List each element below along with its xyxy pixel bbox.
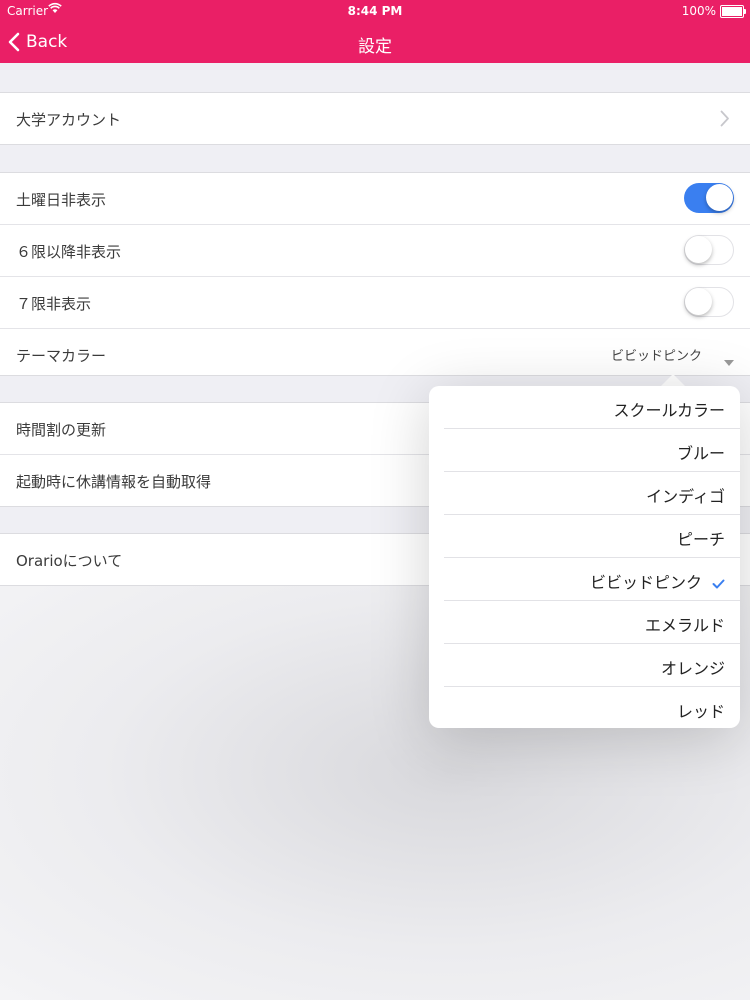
chevron-right-icon [720, 110, 730, 131]
option-label: ピーチ [676, 530, 725, 549]
battery-icon [720, 5, 746, 18]
hide-6th-period-row: ６限以降非表示 [0, 225, 750, 277]
option-label: エメラルド [644, 616, 725, 635]
university-account-row[interactable]: 大学アカウント [0, 93, 750, 144]
auto-fetch-cancellations-label: 起動時に休講情報を自動取得 [16, 473, 212, 491]
option-label: インディゴ [646, 487, 725, 506]
option-label: オレンジ [660, 659, 725, 678]
hide-7th-period-row: ７限非表示 [0, 277, 750, 329]
theme-option-red[interactable]: レッド [444, 687, 740, 729]
about-orario-label: Orarioについて [16, 552, 123, 570]
hide-saturday-row: 土曜日非表示 [0, 173, 750, 225]
option-label: ブルー [676, 444, 725, 463]
theme-option-school-color[interactable]: スクールカラー [444, 386, 740, 429]
checkmark-icon [712, 574, 725, 593]
toggle-knob [685, 236, 712, 263]
display-section: 土曜日非表示 ６限以降非表示 ７限非表示 テーマカラー ビビッドピンク [0, 172, 750, 376]
page-title: 設定 [358, 37, 392, 57]
theme-color-value: ビビッドピンク [610, 349, 702, 364]
theme-option-emerald[interactable]: エメラルド [444, 601, 740, 644]
theme-color-row[interactable]: テーマカラー ビビッドピンク [0, 329, 750, 375]
theme-option-vivid-pink[interactable]: ビビッドピンク [444, 558, 740, 601]
hide-saturday-label: 土曜日非表示 [16, 191, 107, 209]
status-bar: Carrier 8:44 PM 100% [0, 0, 750, 22]
clock: 8:44 PM [347, 4, 403, 18]
option-label: レッド [676, 702, 725, 721]
theme-option-orange[interactable]: オレンジ [444, 644, 740, 687]
toggle-knob [685, 288, 712, 315]
timetable-refresh-label: 時間割の更新 [16, 421, 107, 439]
toggle-knob [706, 184, 733, 211]
navigation-bar: Back 設定 [0, 22, 750, 63]
option-label: スクールカラー [613, 401, 725, 420]
theme-color-label: テーマカラー [16, 347, 107, 365]
account-section: 大学アカウント [0, 92, 750, 145]
theme-option-peach[interactable]: ピーチ [444, 515, 740, 558]
university-account-label: 大学アカウント [16, 111, 122, 129]
theme-option-blue[interactable]: ブルー [444, 429, 740, 472]
battery-percent: 100% [681, 4, 716, 18]
hide-6th-period-toggle[interactable] [684, 235, 734, 265]
hide-7th-period-label: ７限非表示 [16, 295, 92, 313]
option-label: ビビッドピンク [589, 573, 702, 592]
hide-6th-period-label: ６限以降非表示 [16, 243, 122, 261]
dropdown-arrow-icon [724, 351, 734, 370]
hide-saturday-toggle[interactable] [684, 183, 734, 213]
theme-option-indigo[interactable]: インディゴ [444, 472, 740, 515]
hide-7th-period-toggle[interactable] [684, 287, 734, 317]
theme-color-popover: スクールカラー ブルー インディゴ ピーチ ビビッドピンク エメラルド オレンジ… [429, 386, 740, 728]
